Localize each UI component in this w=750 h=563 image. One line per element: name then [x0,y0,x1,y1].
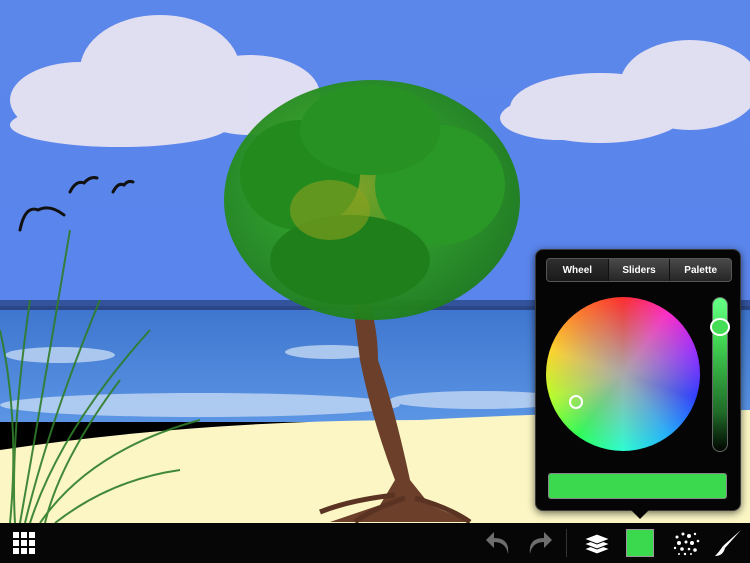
current-color-button[interactable] [622,523,658,563]
brush-tool-button[interactable] [710,523,746,563]
brush-texture-icon [673,532,700,556]
layers-icon [583,533,611,555]
tab-wheel[interactable]: Wheel [547,259,609,281]
tree-foliage [224,80,520,320]
color-picker-popover: Wheel Sliders Palette [535,249,741,519]
grid-menu-icon [13,532,35,554]
current-color-icon [626,529,654,557]
undo-button[interactable] [480,523,516,563]
tab-sliders[interactable]: Sliders [609,259,671,281]
picker-mode-tabs: Wheel Sliders Palette [546,258,732,282]
toolbar-divider [566,529,567,557]
brightness-slider-handle[interactable] [710,317,730,336]
grid-menu-button[interactable] [6,523,42,563]
selected-color-swatch [548,473,727,499]
brush-icon [715,530,741,556]
brush-texture-button[interactable] [668,523,704,563]
bottom-toolbar [0,523,750,563]
tab-palette[interactable]: Palette [670,259,731,281]
undo-icon [486,532,509,554]
color-wheel-handle[interactable] [569,395,583,409]
popover-arrow [631,510,649,519]
layers-button[interactable] [579,523,615,563]
redo-button[interactable] [522,523,558,563]
color-wheel[interactable] [546,297,700,451]
redo-icon [529,532,552,554]
